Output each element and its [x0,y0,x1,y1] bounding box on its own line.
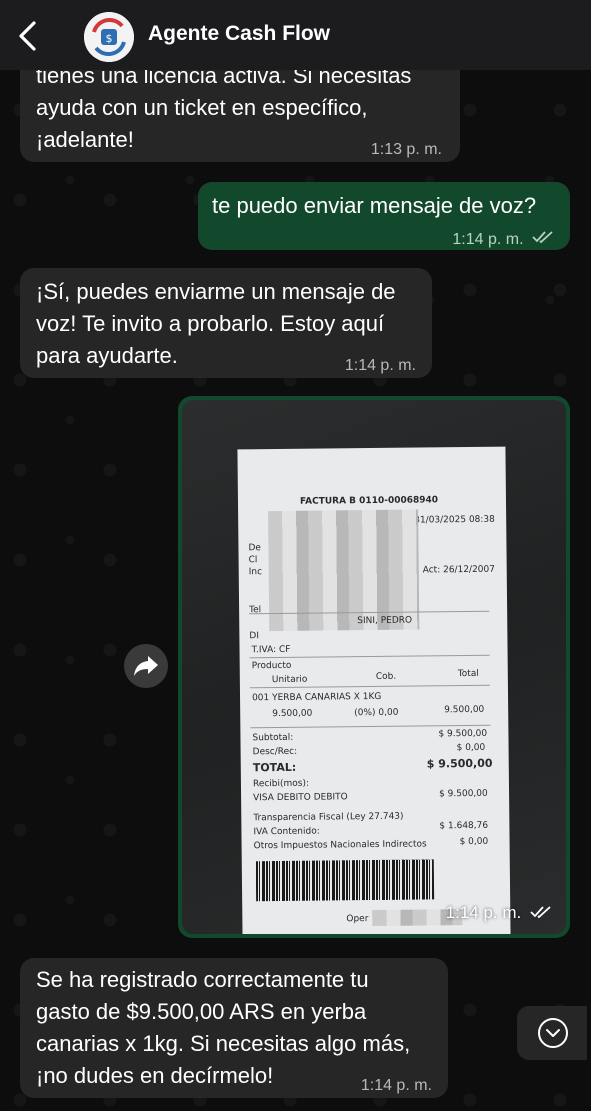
message-text-line: para ayudarte. [36,343,178,368]
message-text-line: Se ha registrado correctamente tu [36,967,369,992]
forward-arrow-icon[interactable] [124,644,168,688]
message-bubble-outgoing[interactable]: te puedo enviar mensaje de voz? 1:14 p. … [198,182,570,250]
receipt-label-cl: Cl [248,555,258,566]
receipt-title: FACTURA B 0110-00068940 [299,495,439,507]
receipt-otros-label: Otros Impuestos Nacionales Indirectos [253,839,427,852]
receipt-item-name: 001 YERBA CANARIAS X 1KG [251,691,382,704]
receipt-recibi-label: Recibi(mos): [252,778,310,790]
double-check-icon [530,904,552,924]
receipt-col-producto: Producto [251,660,292,672]
message-timestamp: 1:14 p. m. [445,903,522,923]
message-timestamp: 1:14 p. m. [360,1077,432,1094]
message-bubble-incoming[interactable]: ¡Sí, puedes enviarme un mensaje de voz! … [20,268,432,378]
receipt-item-unit: 9.500,00 [272,708,313,720]
receipt-di: DI [249,631,260,642]
receipt-oper: Oper [346,914,369,925]
receipt-total-label: TOTAL: [252,760,297,775]
receipt-payment-label: VISA DEBITO DEBITO [253,792,348,804]
receipt-datetime: 31/03/2025 08:38 [414,514,495,526]
message-text-line: ¡Sí, puedes enviarme un mensaje de [36,279,396,304]
receipt-desc-label: Desc/Rec: [252,746,298,758]
receipt-barcode [255,859,435,902]
receipt-divider [249,654,490,659]
message-text-line: te puedo enviar mensaje de voz? [212,193,537,218]
receipt-col-unitario: Unitario [271,674,308,686]
receipt-label-de: De [248,543,261,554]
svg-text:$: $ [106,32,113,45]
message-timestamp: 1:14 p. m. [344,357,416,374]
receipt-divider [249,684,490,689]
receipt-iva-label: IVA Contenido: [253,826,320,838]
message-timestamp-row: 1:14 p. m. [452,224,554,256]
receipt-transparencia: Transparencia Fiscal (Ley 27.743) [253,811,404,824]
double-check-icon [532,224,554,256]
receipt-subtotal-label: Subtotal: [252,732,294,744]
chevron-down-circle-icon[interactable] [517,1006,587,1060]
image-timestamp-row: 1:14 p. m. [446,903,552,924]
message-bubble-incoming[interactable]: Se ha registrado correctamente tu gasto … [20,958,448,1098]
cash-flow-logo[interactable]: $ [84,12,134,62]
receipt-desc-value: $ 0,00 [456,742,486,754]
receipt-divider [250,724,491,729]
message-timestamp: 1:14 p. m. [452,231,524,249]
receipt-label-inc: Inc [248,567,263,578]
receipt-item-cob: (0%) 0,00 [354,707,399,719]
receipt-otros-value: $ 0,00 [459,836,489,848]
receipt-col-cob: Cob. [375,671,397,682]
receipt-photo[interactable]: FACTURA B 0110-00068940 31/03/2025 08:38… [182,400,566,934]
message-text-line: ayuda con un ticket en específico, [36,95,368,120]
message-text-line: gasto de $9.500,00 ARS en yerba [36,999,367,1024]
receipt-client-name: SINI, PEDRO [357,615,413,627]
message-timestamp: 1:13 p. m. [370,141,442,158]
receipt-total-value: $ 9.500,00 [426,756,493,771]
receipt-payment-value: $ 9.500,00 [439,788,488,800]
chat-header: $ Agente Cash Flow [0,0,591,70]
receipt-item-total: 9.500,00 [444,704,485,716]
message-text-line: voz! Te invito a probarlo. Estoy aquí [36,311,385,336]
chat-title[interactable]: Agente Cash Flow [148,22,330,46]
receipt-tiva: T.IVA: CF [251,644,291,656]
message-image-outgoing[interactable]: FACTURA B 0110-00068940 31/03/2025 08:38… [178,396,570,938]
message-text-line: ¡adelante! [36,127,134,152]
receipt-col-total: Total [457,668,479,680]
receipt-subtotal-value: $ 9.500,00 [438,728,488,740]
chevron-left-icon[interactable] [14,20,42,52]
receipt-paper: FACTURA B 0110-00068940 31/03/2025 08:38… [237,446,511,934]
message-text-line: ¡no dudes en decírmelo! [36,1063,274,1088]
receipt-act-date: Act: 26/12/2007 [422,564,496,576]
message-text-line: canarias x 1kg. Si necesitas algo más, [36,1031,411,1056]
receipt-iva-value: $ 1.648,76 [439,820,489,832]
